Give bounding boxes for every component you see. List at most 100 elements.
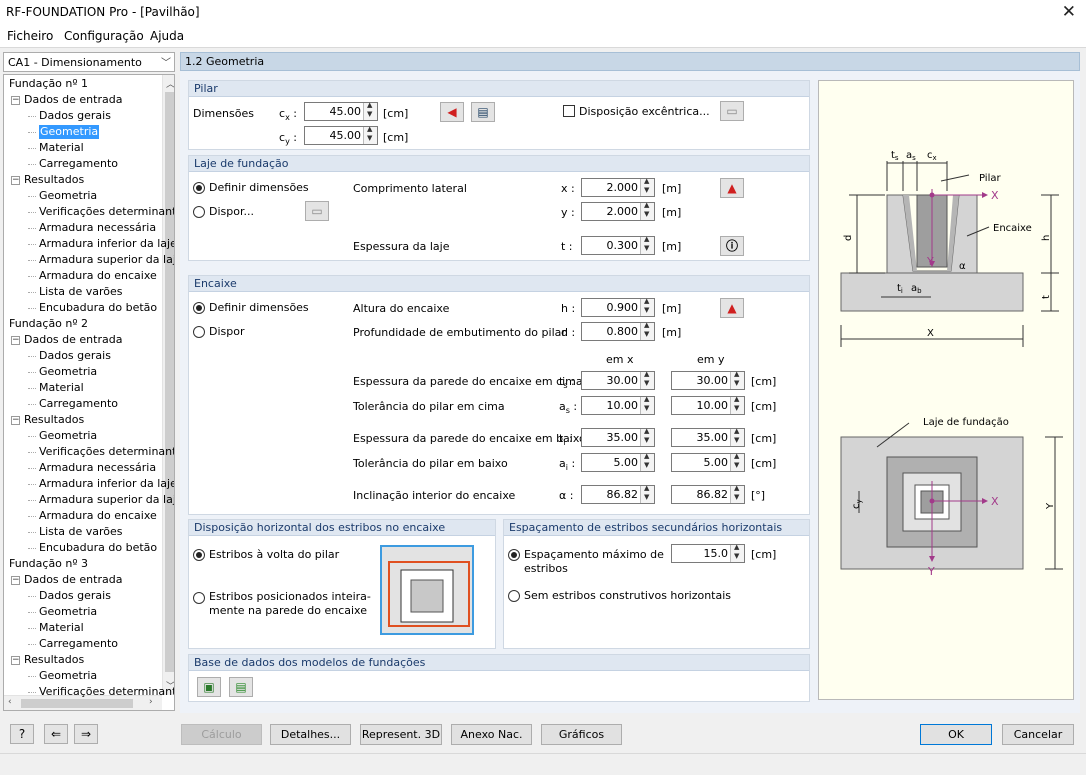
cx-input[interactable]: 45.00 [304, 101, 378, 121]
encaixe-y-input[interactable]: 86.82 [671, 484, 745, 504]
tree-item[interactable]: Material [39, 141, 84, 155]
tree-item[interactable]: Fundação nº 2 [9, 317, 88, 331]
eccentric-checkbox[interactable] [563, 105, 575, 117]
tree-item[interactable]: Armadura necessária [39, 461, 156, 475]
menu-ficheiro[interactable]: Ficheiro [7, 29, 53, 43]
hscroll-thumb[interactable] [21, 699, 133, 708]
next-icon[interactable]: ⇒ [74, 724, 98, 744]
tree-item[interactable]: Geometria [39, 189, 97, 203]
collapse-icon[interactable]: − [11, 416, 20, 425]
espac-max-radio[interactable] [508, 549, 520, 561]
represent-3d-button[interactable]: Represent. 3D [360, 724, 442, 745]
tree-item[interactable]: Armadura superior da laje [39, 493, 174, 507]
tree-item[interactable]: Armadura superior da laje [39, 253, 174, 267]
menu-ajuda[interactable]: Ajuda [150, 29, 184, 43]
tree-item[interactable]: Carregamento [39, 157, 118, 171]
tree-item[interactable]: Dados gerais [39, 349, 111, 363]
tree-item[interactable]: Fundação nº 3 [9, 557, 88, 571]
encaixe-y-input[interactable]: 35.00 [671, 427, 745, 447]
tree-item[interactable]: Verificações determinantes [39, 685, 174, 699]
graficos-button[interactable]: Gráficos [541, 724, 622, 745]
encaixe-define-radio[interactable] [193, 302, 205, 314]
menu-configuracao[interactable]: Configuração [64, 29, 144, 43]
encaixe-dispor-radio[interactable] [193, 326, 205, 338]
encaixe-x-input[interactable]: 30.00 [581, 370, 655, 390]
table-edit-icon[interactable]: ▤ [471, 102, 495, 122]
tree-vertical-scrollbar[interactable]: ︿ ﹀ [162, 75, 174, 695]
scroll-up-icon[interactable]: ︿ [166, 77, 174, 90]
encaixe-x-input[interactable]: 5.00 [581, 452, 655, 472]
tree-item[interactable]: Dados gerais [39, 109, 111, 123]
y-input[interactable]: 2.000 [581, 201, 655, 221]
cy-input[interactable]: 45.00 [304, 125, 378, 145]
save-to-db-icon[interactable]: ▣ [197, 677, 221, 697]
encaixe-x-input[interactable]: 35.00 [581, 427, 655, 447]
ok-button[interactable]: OK [920, 724, 992, 745]
tree-item[interactable]: Fundação nº 1 [9, 77, 88, 91]
laje-dispor-radio[interactable] [193, 206, 205, 218]
tree-item[interactable]: Geometria [39, 605, 97, 619]
tree-item[interactable]: Resultados [24, 653, 84, 667]
load-from-db-icon[interactable]: ▤ [229, 677, 253, 697]
encaixe-y-input[interactable]: 30.00 [671, 370, 745, 390]
d-input[interactable]: 0.800 [581, 321, 655, 341]
calculo-button[interactable]: Cálculo [181, 724, 262, 745]
encaixe-x-input[interactable]: 86.82 [581, 484, 655, 504]
scroll-thumb[interactable] [165, 92, 174, 672]
tree-item[interactable]: Resultados [24, 173, 84, 187]
tree-item[interactable]: Carregamento [39, 397, 118, 411]
tree-item[interactable]: Geometria [39, 669, 97, 683]
tree-item[interactable]: Dados gerais [39, 589, 111, 603]
tree-item[interactable]: Armadura do encaixe [39, 509, 157, 523]
tree-item[interactable]: Material [39, 381, 84, 395]
collapse-icon[interactable]: − [11, 176, 20, 185]
tree-item[interactable]: Armadura inferior da laje [39, 237, 174, 251]
espac-input[interactable]: 15.0 [671, 543, 745, 563]
tree-item[interactable]: Armadura inferior da laje [39, 477, 174, 491]
tree-item[interactable]: Dados de entrada [24, 333, 122, 347]
collapse-icon[interactable]: − [11, 96, 20, 105]
encaixe-y-input[interactable]: 5.00 [671, 452, 745, 472]
tree-item[interactable]: Verificações determinantes [39, 205, 174, 219]
detalhes-button[interactable]: Detalhes... [270, 724, 351, 745]
tree-item[interactable]: Resultados [24, 413, 84, 427]
scroll-left-icon[interactable]: ‹ [8, 697, 12, 707]
warning-icon[interactable]: ▲ [720, 298, 744, 318]
pick-arrow-icon[interactable]: ◀ [440, 102, 464, 122]
encaixe-y-input[interactable]: 10.00 [671, 395, 745, 415]
tree-item[interactable]: Geometria [39, 365, 97, 379]
espac-none-radio[interactable] [508, 590, 520, 602]
case-select[interactable]: CA1 - Dimensionamento ﹀ [3, 52, 175, 72]
t-input[interactable]: 0.300 [581, 235, 655, 255]
tree-item[interactable]: Geometria [39, 429, 97, 443]
tree-item[interactable]: Encubadura do betão [39, 541, 157, 555]
anexo-nac-button[interactable]: Anexo Nac. [451, 724, 532, 745]
x-input[interactable]: 2.000 [581, 177, 655, 197]
info-icon[interactable]: ⓘ [720, 236, 744, 256]
tree-item[interactable]: Geometria [39, 125, 100, 139]
previous-icon[interactable]: ⇐ [44, 724, 68, 744]
navigator-tree[interactable]: ︿ ﹀ ‹ › Fundação nº 1− Dados de entrada Da… [3, 74, 175, 711]
warning-icon[interactable]: ▲ [720, 178, 744, 198]
tree-item[interactable]: Dados de entrada [24, 573, 122, 587]
laje-define-radio[interactable] [193, 182, 205, 194]
tree-item[interactable]: Carregamento [39, 637, 118, 651]
encaixe-x-input[interactable]: 10.00 [581, 395, 655, 415]
estribos-parede-radio[interactable] [193, 592, 205, 604]
collapse-icon[interactable]: − [11, 576, 20, 585]
tree-item[interactable]: Verificações determinantes [39, 445, 174, 459]
tree-item[interactable]: Armadura necessária [39, 221, 156, 235]
collapse-icon[interactable]: − [11, 656, 20, 665]
h-input[interactable]: 0.900 [581, 297, 655, 317]
tree-item[interactable]: Dados de entrada [24, 93, 122, 107]
collapse-icon[interactable]: − [11, 336, 20, 345]
tree-item[interactable]: Lista de varões [39, 285, 122, 299]
tree-item[interactable]: Armadura do encaixe [39, 269, 157, 283]
laje-dispor-icon[interactable]: ▭ [305, 201, 329, 221]
estribos-volta-radio[interactable] [193, 549, 205, 561]
tree-item[interactable]: Lista de varões [39, 525, 122, 539]
cancel-button[interactable]: Cancelar [1002, 724, 1074, 745]
tree-item[interactable]: Material [39, 621, 84, 635]
help-icon[interactable]: ? [10, 724, 34, 744]
close-icon[interactable]: ✕ [1062, 2, 1076, 22]
